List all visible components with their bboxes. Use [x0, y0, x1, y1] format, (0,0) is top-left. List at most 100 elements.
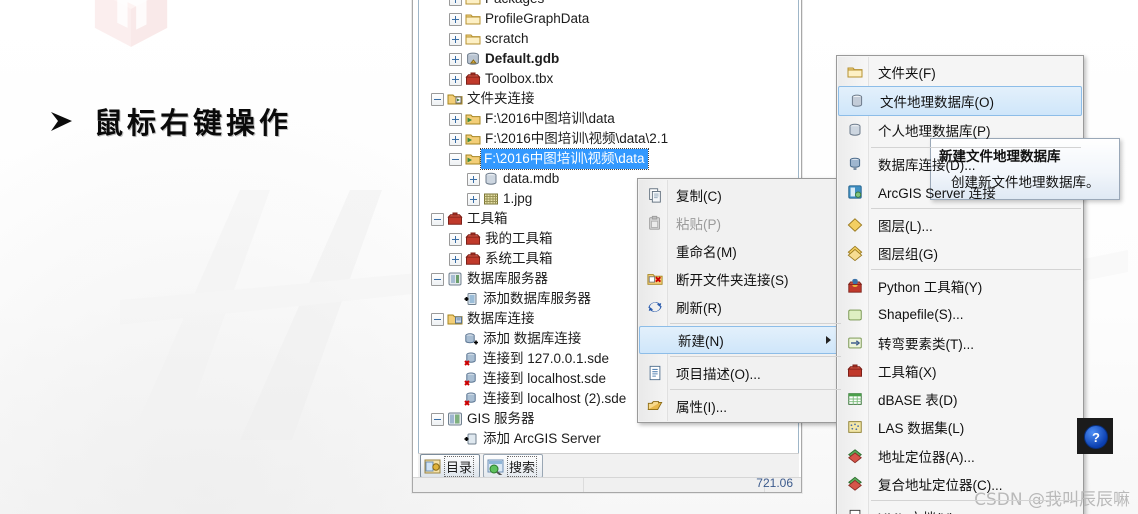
- submenu-item[interactable]: 转弯要素类(T)...: [837, 329, 1083, 357]
- submenu-item-label: 工具箱(X): [878, 364, 937, 380]
- group-layer-icon: [847, 245, 862, 262]
- submenu-item[interactable]: 图层(L)...: [837, 211, 1083, 239]
- tree-item[interactable]: F:\2016中图培训\视频\data: [419, 148, 798, 170]
- context-menu-item-label: 重命名(M): [676, 245, 737, 260]
- context-menu-item[interactable]: 项目描述(O)...: [638, 359, 843, 387]
- tree-item[interactable]: F:\2016中图培训\视频\data\2.1: [419, 129, 798, 149]
- menu-separator: [871, 269, 1081, 271]
- menu-separator: [871, 499, 1081, 501]
- context-menu-item[interactable]: 断开文件夹连接(S): [638, 265, 843, 293]
- turn-feature-icon: [847, 337, 862, 349]
- personal-gdb-icon: [849, 124, 860, 137]
- item-description-icon: [649, 365, 660, 381]
- submenu-item[interactable]: 地址定位器(A)...: [837, 441, 1083, 469]
- expand-icon[interactable]: [467, 192, 480, 206]
- catalog-tabstrip: 目录 搜索: [418, 453, 799, 478]
- collapse-icon[interactable]: [431, 212, 444, 226]
- expand-icon[interactable]: [449, 232, 462, 246]
- submenu-item[interactable]: LAS 数据集(L): [837, 413, 1083, 441]
- geodatabase-icon: [467, 52, 479, 65]
- tree-item[interactable]: Toolbox.tbx: [419, 69, 798, 89]
- collapse-icon[interactable]: [449, 152, 462, 166]
- context-menu-item[interactable]: 属性(I)...: [638, 392, 843, 420]
- raster-icon: [484, 193, 498, 205]
- submenu-item[interactable]: Shapefile(S)...: [837, 301, 1083, 329]
- collapse-icon[interactable]: [431, 92, 444, 106]
- tree-item-label: 添加数据库服务器: [483, 291, 591, 306]
- tree-item[interactable]: 文件夹连接: [419, 89, 798, 109]
- tree-item[interactable]: F:\2016中图培训\data: [419, 109, 798, 129]
- tree-item[interactable]: Packages: [419, 0, 798, 9]
- menu-separator: [871, 146, 1081, 148]
- arcgis-server-icon: [847, 185, 862, 199]
- expand-icon[interactable]: [449, 12, 462, 26]
- submenu-item-label: Shapefile(S)...: [878, 307, 964, 323]
- expand-icon[interactable]: [449, 112, 462, 126]
- toolbox-icon: [465, 72, 481, 85]
- context-menu-item[interactable]: 复制(C): [638, 181, 843, 209]
- submenu-item[interactable]: Python 工具箱(Y): [837, 272, 1083, 300]
- collapse-icon[interactable]: [431, 272, 444, 286]
- tab-search[interactable]: 搜索: [483, 454, 544, 478]
- toolbox-icon: [465, 232, 481, 245]
- tree-item-label: Toolbox.tbx: [485, 71, 554, 86]
- expand-icon[interactable]: [449, 52, 462, 66]
- submenu-item[interactable]: 工具箱(X): [837, 357, 1083, 385]
- tree-item-label: 文件夹连接: [467, 91, 535, 106]
- db-connection-icon: [849, 157, 860, 170]
- tab-catalog[interactable]: 目录: [420, 454, 481, 478]
- submenu-item[interactable]: dBASE 表(D): [837, 385, 1083, 413]
- submenu-item[interactable]: 文件地理数据库(O): [838, 86, 1082, 117]
- context-menu-item-label: 复制(C): [676, 189, 722, 204]
- tree-item-label: GIS 服务器: [467, 411, 535, 426]
- new-submenu[interactable]: 文件夹(F) 文件地理数据库(O) 个人地理数据库(P) 数据库连接(D)... Arc…: [836, 55, 1084, 514]
- page-title: 鼠标右键操作: [94, 106, 293, 140]
- context-menu-item[interactable]: 新建(N): [639, 326, 842, 354]
- menu-separator: [871, 207, 1081, 209]
- submenu-item[interactable]: 文件夹(F): [837, 58, 1083, 86]
- expand-icon[interactable]: [449, 132, 462, 146]
- expand-icon[interactable]: [449, 32, 462, 46]
- help-badge-icon[interactable]: ?: [1084, 425, 1108, 449]
- tree-item[interactable]: Default.gdb: [419, 49, 798, 69]
- address-locator-icon: [847, 448, 862, 463]
- context-menu-item[interactable]: 刷新(R): [638, 293, 843, 321]
- tree-item-label: 添加 ArcGIS Server: [483, 431, 601, 446]
- submenu-item-label: 个人地理数据库(P): [878, 124, 991, 140]
- broken-conn-icon: [464, 392, 476, 406]
- add-db-server-icon: [464, 293, 477, 305]
- tree-item-label: 添加 数据库连接: [483, 331, 582, 346]
- tree-item-label: F:\2016中图培训\data: [485, 111, 615, 126]
- tree-item[interactable]: ProfileGraphData: [419, 9, 798, 29]
- personal-gdb-icon: [485, 172, 497, 185]
- context-menu-item-label: 粘贴(P): [676, 217, 721, 232]
- broken-conn-icon: [464, 372, 476, 386]
- tree-item-label: 数据库连接: [467, 311, 535, 326]
- context-menu-item[interactable]: 重命名(M): [638, 237, 843, 265]
- toolbox-icon: [465, 252, 481, 265]
- context-menu[interactable]: 复制(C) 粘贴(P) 重命名(M) 断开文件夹连接(S) 刷新(R) 新建(N) 项目描述…: [637, 178, 844, 423]
- tree-item-label: 我的工具箱: [485, 231, 553, 246]
- submenu-item[interactable]: 图层组(G): [837, 239, 1083, 267]
- expand-icon[interactable]: [449, 72, 462, 86]
- folder-link-icon: [465, 154, 481, 165]
- collapse-icon[interactable]: [431, 412, 444, 426]
- slide-root: W 鼠标右键操作 PackagesProfileGraphDatascratch…: [0, 0, 1138, 514]
- las-dataset-icon: [847, 421, 862, 434]
- menu-separator: [670, 323, 841, 324]
- submenu-item-label: Python 工具箱(Y): [878, 280, 983, 296]
- tree-item[interactable]: scratch: [419, 29, 798, 49]
- file-gdb-icon: [851, 94, 862, 108]
- expand-icon[interactable]: [449, 252, 462, 266]
- expand-icon[interactable]: [467, 172, 480, 186]
- tab-catalog-label: 目录: [443, 455, 475, 477]
- collapse-icon[interactable]: [431, 312, 444, 326]
- tree-item[interactable]: 添加 ArcGIS Server: [419, 429, 798, 449]
- tree-item-label: Default.gdb: [485, 51, 560, 66]
- context-menu-item-label: 断开文件夹连接(S): [676, 273, 789, 288]
- expand-icon[interactable]: [449, 0, 462, 6]
- tree-item-label: data.mdb: [503, 171, 560, 186]
